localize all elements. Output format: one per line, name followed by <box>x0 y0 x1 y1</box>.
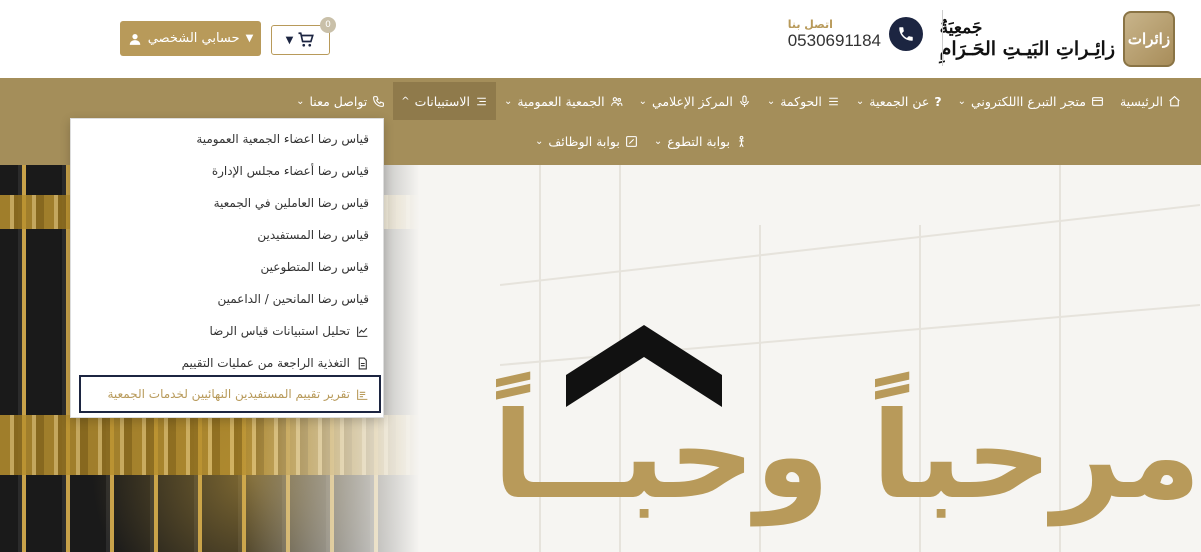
nav-item-governance[interactable]: الحوكمة ⌄ <box>759 82 848 120</box>
my-account-label: حسابي الشخصي <box>147 31 240 46</box>
cart-icon <box>298 32 315 47</box>
cart-count-badge: 0 <box>320 17 336 33</box>
nav-row-1: الرئيسية متجر التبرع االلكتروني ⌄ ? عن ا… <box>288 81 1189 121</box>
surveys-dropdown-menu: قياس رضا اعضاء الجمعية العمومية قياس رضا… <box>70 118 384 418</box>
dropdown-item-evaluation-feedback[interactable]: التغذية الراجعة من عمليات التقييم <box>77 348 369 378</box>
home-icon <box>1169 95 1180 106</box>
nav-item-jobs-portal[interactable]: بوابة الوظائف ⌄ <box>527 122 646 160</box>
list-icon <box>477 97 486 105</box>
nav-item-media-center[interactable]: المركز الإعلامي ⌄ <box>631 82 759 120</box>
chevron-down-icon: ⌄ <box>855 95 865 107</box>
chevron-down-icon: ▼ <box>245 33 254 44</box>
nav-item-volunteer-portal[interactable]: بوابة التطوع ⌄ <box>646 122 756 160</box>
document-icon <box>358 357 367 369</box>
nav-item-surveys[interactable]: الاستبيانات ^ <box>393 82 496 120</box>
logo-line-2: زائِـراتِ البَيـتِ الحَـرَامِ <box>939 38 1115 60</box>
chevron-down-icon: ⌄ <box>638 95 647 107</box>
chevron-down-icon: ⌄ <box>766 95 776 107</box>
nav-item-donation-store[interactable]: متجر التبرع االلكتروني ⌄ <box>950 82 1112 120</box>
chevron-down-icon: ▼ <box>285 34 294 46</box>
menu-icon <box>829 97 838 105</box>
top-header: زائرات جَمعِيَةُ زائِـراتِ البَيـتِ الحَ… <box>0 0 1201 78</box>
phone-icon <box>889 17 923 51</box>
dropdown-item-satisfaction-analysis[interactable]: تحليل استبيانات قياس الرضا <box>77 316 369 346</box>
chevron-down-icon: ⌄ <box>957 95 966 107</box>
question-icon: ? <box>934 93 942 109</box>
chevron-down-icon: ⌄ <box>503 95 513 107</box>
chevron-down-icon: ⌄ <box>534 135 544 147</box>
dropdown-item-board-satisfaction[interactable]: قياس رضا أعضاء مجلس الإدارة <box>77 156 369 186</box>
cart-button[interactable]: ▼ 0 <box>271 17 336 55</box>
logo-line-1: جَمعِيَةُ <box>939 18 983 38</box>
welcome-heading: مرحباً وحبــاً <box>492 387 1201 526</box>
chevron-down-icon: ⌄ <box>653 135 663 147</box>
dropdown-item-final-beneficiaries-report[interactable]: تقرير تقييم المستفيدين النهائيين لخدمات … <box>79 375 381 413</box>
nav-item-home[interactable]: الرئيسية <box>1112 82 1189 120</box>
dropdown-item-volunteers-satisfaction[interactable]: قياس رضا المتطوعين <box>77 252 369 282</box>
dropdown-item-donors-satisfaction[interactable]: قياس رضا المانحين / الداعمين <box>77 284 369 314</box>
user-icon <box>129 33 140 45</box>
dropdown-item-general-assembly-satisfaction[interactable]: قياس رضا اعضاء الجمعية العمومية <box>77 124 369 154</box>
dropdown-item-beneficiaries-satisfaction[interactable]: قياس رضا المستفيدين <box>77 220 369 250</box>
users-icon <box>610 96 623 106</box>
edit-icon <box>625 135 637 147</box>
nav-item-general-assembly[interactable]: الجمعية العمومية ⌄ <box>496 82 631 120</box>
logo-emblem: زائرات <box>1123 11 1175 67</box>
phone-icon <box>373 95 385 107</box>
header-divider <box>942 10 943 66</box>
chevron-down-icon: ⌄ <box>296 95 305 107</box>
microphone-icon <box>739 95 749 107</box>
contact-number[interactable]: 0530691184 <box>788 31 881 51</box>
my-account-button[interactable]: ▼ حسابي الشخصي <box>120 21 261 56</box>
chart-line-icon <box>357 326 368 337</box>
nav-row-2: بوابة التطوع ⌄ بوابة الوظائف ⌄ <box>527 121 756 161</box>
person-icon <box>739 135 744 147</box>
contact-label: اتصل بنا <box>787 17 833 31</box>
report-icon <box>357 389 368 400</box>
chevron-up-icon: ^ <box>401 95 410 107</box>
nav-item-contact-us[interactable]: تواصل معنا ⌄ <box>288 82 393 120</box>
store-icon <box>1092 96 1103 106</box>
contact-block[interactable]: اتصل بنا 0530691184 <box>788 17 923 51</box>
dropdown-item-employees-satisfaction[interactable]: قياس رضا العاملين في الجمعية <box>77 188 369 218</box>
nav-item-about[interactable]: ? عن الجمعية ⌄ <box>848 82 950 120</box>
